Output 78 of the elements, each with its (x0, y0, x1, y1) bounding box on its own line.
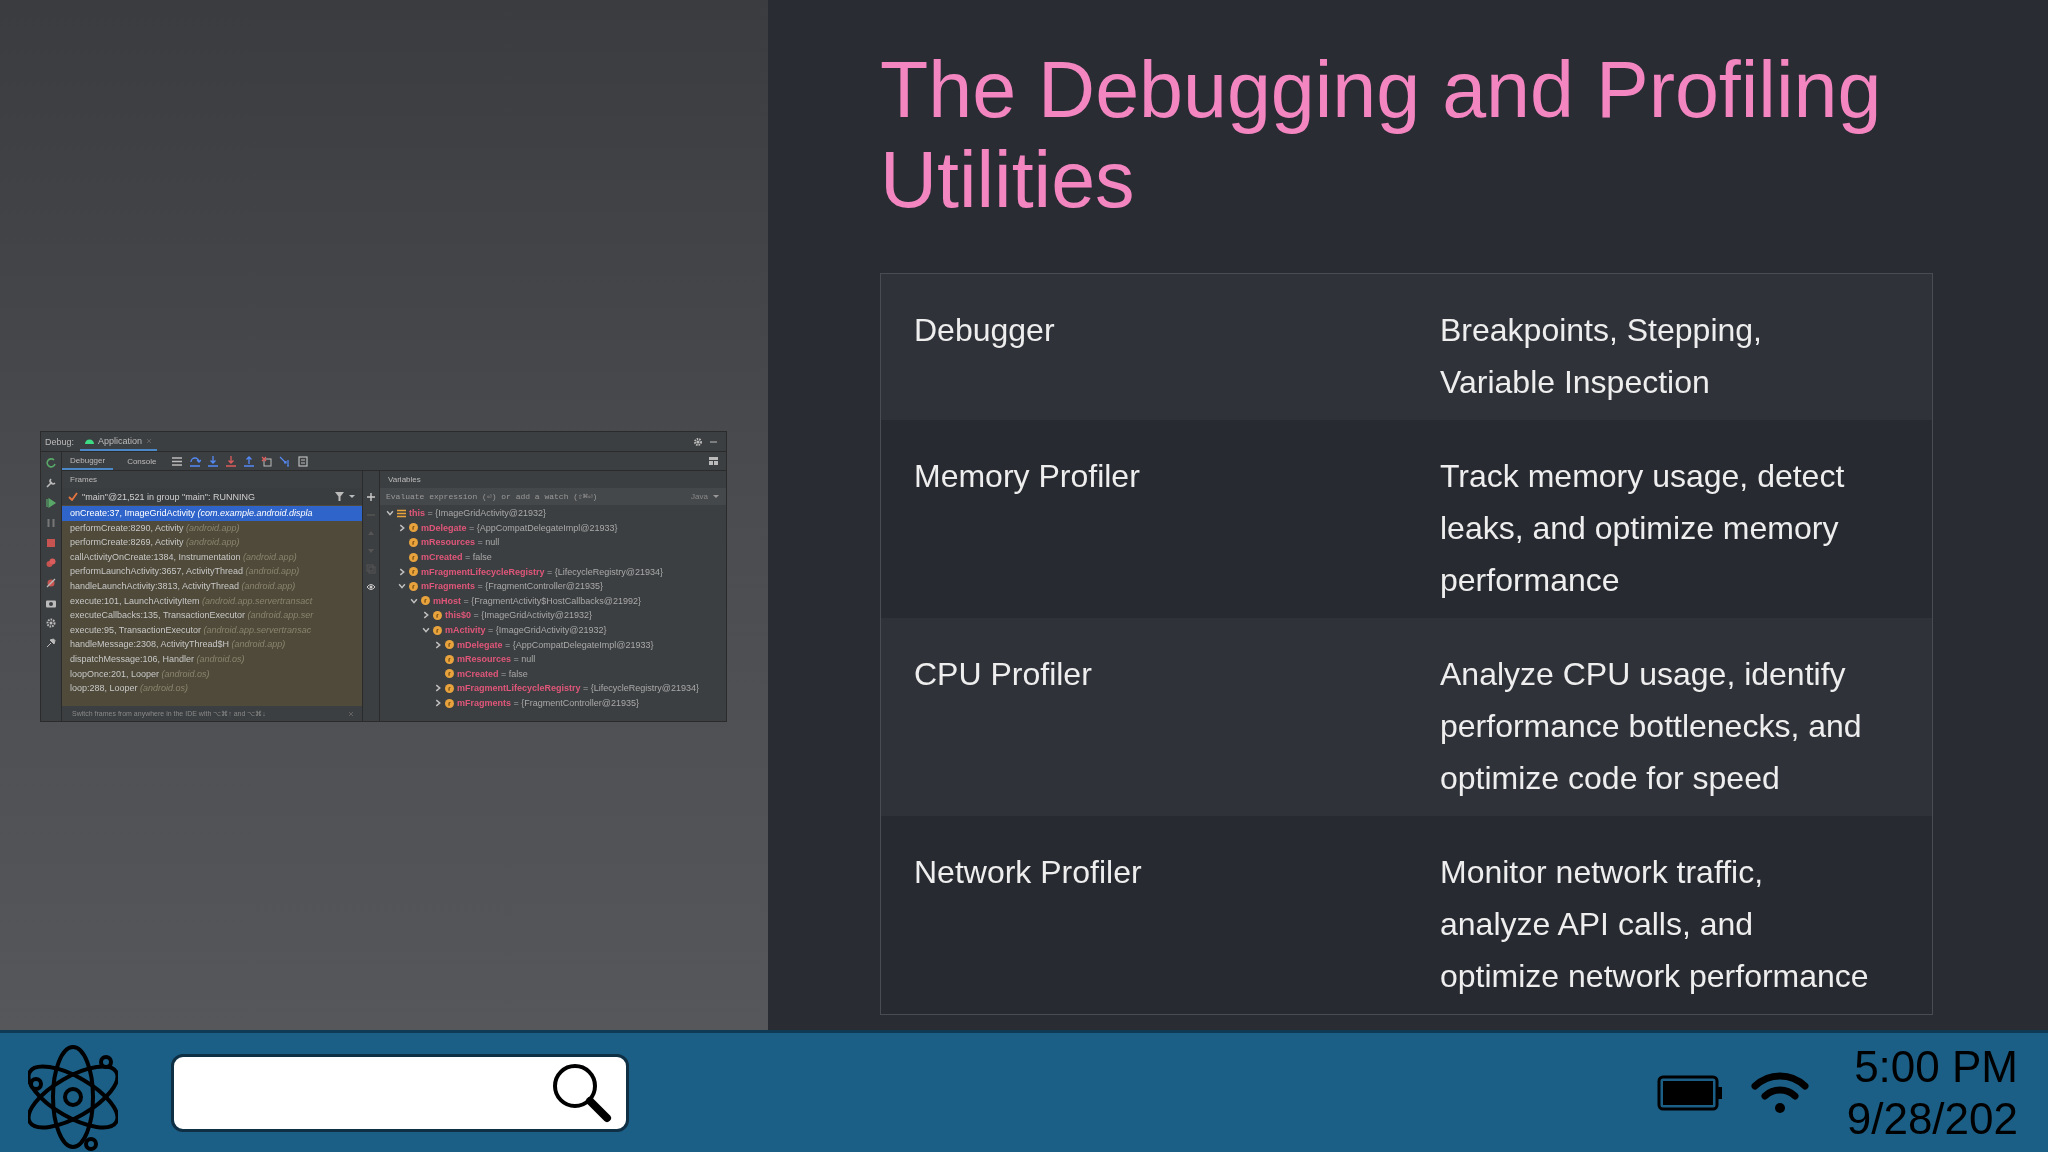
variable-entry[interactable]: mCreated = false (421, 552, 492, 563)
resume-icon[interactable] (45, 497, 57, 509)
table-cell-text: Monitor network traffic, analyze API calls, and optimize network performance (1440, 853, 1870, 996)
field-icon (409, 581, 418, 591)
table-cell-text: Analyze CPU usage, identify performance bottlenecks, and optimize code for speed (1440, 655, 1863, 798)
eye-icon[interactable] (366, 582, 376, 592)
table-cell-text: Debugger (914, 311, 1056, 350)
gear-icon[interactable] (693, 436, 703, 447)
field-icon (409, 552, 418, 562)
variable-entry[interactable]: mFragments = {FragmentController@21935} (457, 698, 639, 708)
rerun-icon[interactable] (45, 457, 57, 469)
debugger-tab[interactable]: Console (119, 452, 165, 470)
thread-status: "main"@21,521 in group "main": RUNNING (82, 491, 255, 502)
pin-icon[interactable] (45, 637, 57, 649)
add-icon[interactable] (366, 492, 376, 502)
field-icon (445, 698, 454, 708)
cursor-icon[interactable] (278, 455, 291, 467)
stop-icon[interactable] (45, 537, 57, 549)
run-tab[interactable]: Application (80, 432, 158, 451)
variable-entry[interactable]: mActivity = {ImageGridActivity@21932} (445, 625, 607, 636)
field-icon (445, 669, 454, 679)
calculator-icon[interactable] (296, 455, 309, 467)
layout-icon[interactable] (708, 455, 720, 467)
android-icon (85, 437, 95, 444)
variable-entry[interactable]: mFragmentLifecycleRegistry = {LifecycleRegistry@21934} (457, 683, 699, 694)
gear-icon[interactable] (45, 617, 57, 629)
step-over-icon[interactable] (188, 455, 201, 467)
dropdown-icon[interactable] (348, 492, 356, 501)
mute-icon[interactable] (45, 577, 57, 589)
variable-entry[interactable]: mCreated = false (457, 668, 528, 679)
list-icon (397, 508, 406, 518)
field-icon (433, 610, 442, 620)
debug-label: Debug: (45, 436, 75, 447)
variable-entry[interactable]: mResources = null (457, 654, 536, 665)
stack-frame[interactable]: onCreate:37, ImageGridActivity (com.example.android.displa (62, 506, 362, 521)
variable-entry[interactable]: mDelegate = {AppCompatDelegateImpl@21933} (421, 522, 618, 533)
field-icon (445, 683, 454, 693)
variable-entry[interactable]: mHost = {FragmentActivity$HostCallbacks@21992} (433, 595, 641, 606)
drop-frame-icon[interactable] (260, 455, 273, 467)
table-cell-text: Track memory usage, detect leaks, and optimize memory performance (1440, 457, 1846, 600)
breakpoints-icon[interactable] (45, 557, 57, 569)
search-field[interactable] (171, 1053, 629, 1132)
frames-header: Frames (70, 475, 98, 484)
variable-entry[interactable]: mFragmentLifecycleRegistry = {LifecycleRegistry@21934} (421, 566, 663, 577)
clock-date[interactable]: 9/28/202 (1846, 1092, 2018, 1145)
variables-header: Variables (388, 475, 421, 484)
variable-entry[interactable]: mDelegate = {AppCompatDelegateImpl@21933} (457, 639, 654, 650)
field-icon (445, 654, 454, 664)
table-cell-text: CPU Profiler (914, 655, 1093, 694)
lines-icon[interactable] (170, 455, 183, 467)
battery-icon[interactable] (1656, 1074, 1723, 1111)
variable-entry[interactable]: mResources = null (421, 537, 500, 548)
filter-icon[interactable] (335, 492, 344, 501)
variable-entry[interactable]: this$0 = {ImageGridActivity@21932} (445, 610, 592, 621)
field-icon (409, 567, 418, 577)
field-icon (421, 596, 430, 606)
step-into-icon[interactable] (206, 455, 219, 467)
variable-entry[interactable]: mFragments = {FragmentController@21935} (421, 581, 603, 592)
watch-field[interactable]: Evaluate expression (⏎) or add a watch (⇧⌘⏎) Java (380, 488, 726, 505)
debugger-tab[interactable]: Debugger (62, 452, 114, 470)
table-cell-text: Breakpoints, Stepping, Variable Inspection (1440, 311, 1763, 402)
slide-title: The Debugging and Profiling Utilities (880, 45, 1883, 225)
table-cell-text: Memory Profiler (914, 457, 1141, 496)
table-cell-text: Network Profiler (914, 853, 1143, 892)
field-icon (433, 625, 442, 635)
force-step-icon[interactable] (224, 455, 237, 467)
field-icon (409, 538, 418, 547)
field-icon (445, 640, 454, 650)
variable-entry[interactable]: this = {ImageGridActivity@21932} (409, 508, 546, 519)
dropdown-icon[interactable] (712, 492, 720, 501)
wifi-icon[interactable] (1750, 1069, 1809, 1116)
field-icon (409, 523, 418, 533)
check-icon (68, 492, 78, 501)
clock-time[interactable]: 5:00 PM (1854, 1040, 2018, 1093)
wrench-icon[interactable] (45, 477, 57, 489)
step-out-icon[interactable] (242, 455, 255, 467)
language-dropdown[interactable]: Java (691, 492, 708, 501)
watch-placeholder: Evaluate expression (⏎) or add a watch (⇧⌘⏎) (386, 492, 598, 501)
